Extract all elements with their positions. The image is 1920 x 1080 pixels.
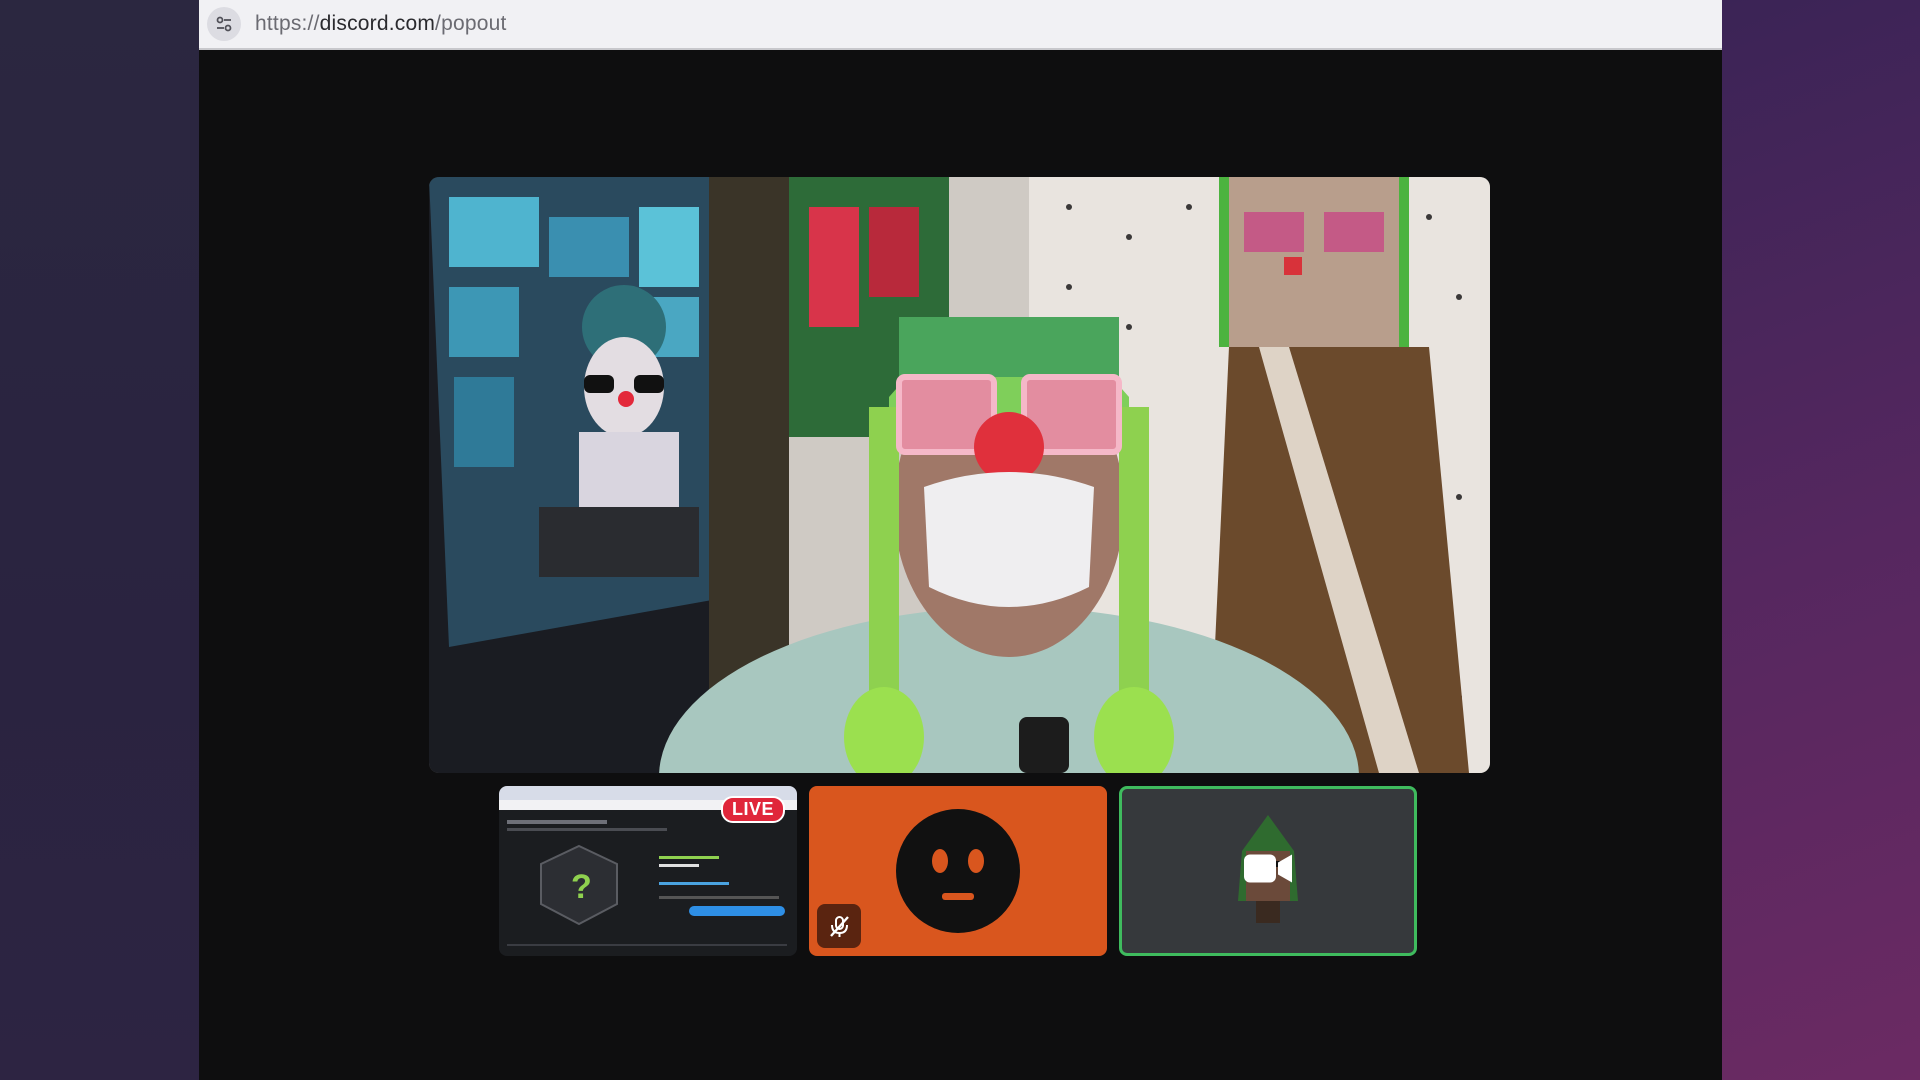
site-settings-icon[interactable] [207,7,241,41]
participant-tiles: ? LIVE [499,786,1417,956]
url-scheme: https:// [255,12,320,35]
live-badge: LIVE [720,796,785,823]
default-avatar-icon [896,809,1020,933]
url-path: /popout [435,12,507,35]
muted-microphone-icon [817,904,861,948]
address-bar[interactable]: https://discord.com/popout [199,0,1722,50]
camera-icon [1242,851,1294,892]
url-text[interactable]: https://discord.com/popout [255,12,507,36]
avatar-tile[interactable] [809,786,1107,956]
svg-text:?: ? [571,868,592,906]
screen-share-tile[interactable]: ? LIVE [499,786,797,956]
url-host: discord.com [319,12,436,35]
camera-off-tile[interactable] [1119,786,1417,956]
main-video-feed[interactable] [429,177,1490,773]
popout-window: https://discord.com/popout ? LIVE [199,0,1722,1080]
desktop-background-right [1722,0,1920,1080]
desktop-background-left [0,0,199,1080]
